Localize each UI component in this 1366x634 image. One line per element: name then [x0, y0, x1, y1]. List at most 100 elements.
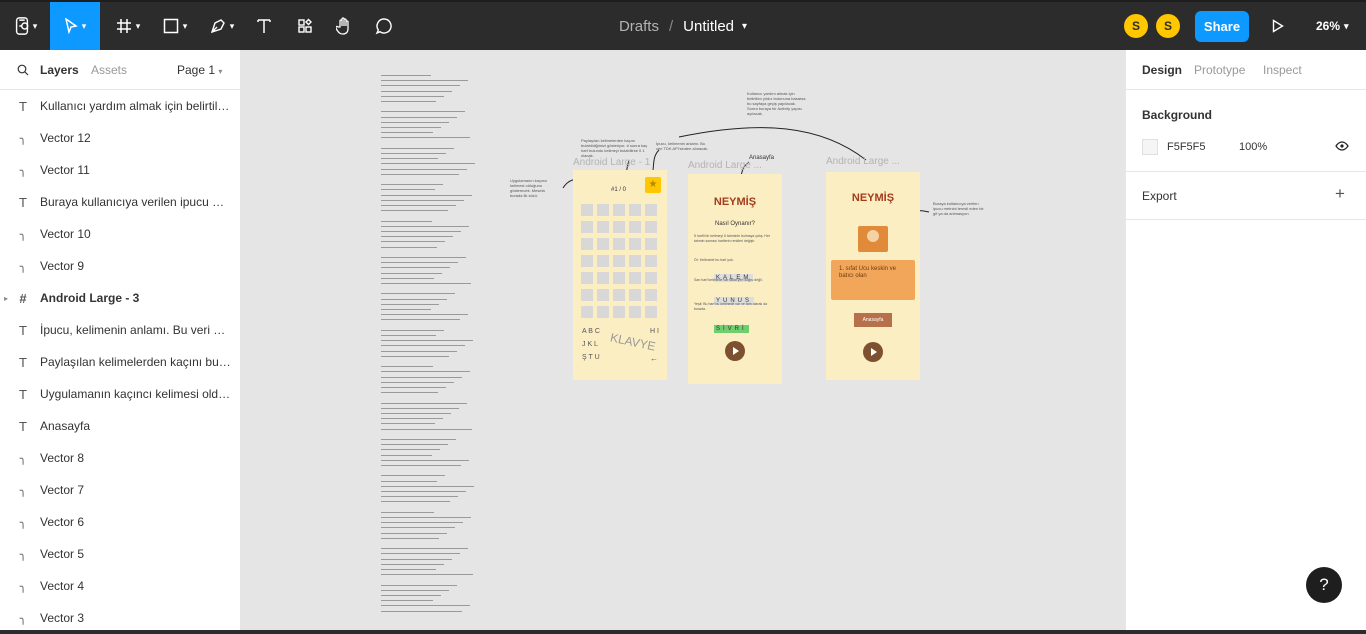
present-button[interactable]: [1266, 2, 1290, 50]
layer-row[interactable]: ╮ Vector 8: [0, 442, 240, 474]
tab-design[interactable]: Design: [1142, 63, 1182, 77]
layer-label: Vector 8: [40, 451, 85, 465]
layer-row[interactable]: T Uygulamanın kaçıncı kelimesi olduğu...: [0, 378, 240, 410]
chevron-down-icon: ▾: [229, 20, 235, 31]
background-hex[interactable]: F5F5F5: [1167, 141, 1206, 153]
share-button[interactable]: Share: [1195, 11, 1249, 42]
background-swatch[interactable]: [1142, 139, 1158, 155]
page-selector[interactable]: Page 1 ▾: [177, 63, 222, 77]
pen-tool-button[interactable]: ▾: [202, 2, 242, 50]
layer-label: Kullanıcı yardım almak için belirtilen..…: [40, 99, 232, 113]
frame-label[interactable]: Android Large - 1: [573, 157, 650, 168]
layer-row[interactable]: ╮ Vector 12: [0, 122, 240, 154]
chevron-down-icon[interactable]: ▾: [742, 21, 747, 32]
letter-cell: [629, 272, 641, 284]
layer-row[interactable]: T Anasayfa: [0, 410, 240, 442]
drafts-link[interactable]: Drafts: [619, 18, 659, 35]
layer-label: Buraya kullanıcıya verilen ipucu metni..…: [40, 195, 232, 209]
frame-tool-button[interactable]: ▾: [108, 2, 148, 50]
tab-layers[interactable]: Layers: [40, 63, 79, 77]
help-button[interactable]: ?: [1306, 567, 1342, 603]
shape-tool-button[interactable]: ▾: [155, 2, 195, 50]
layer-label: Vector 6: [40, 515, 85, 529]
export-label: Export: [1142, 189, 1177, 203]
play-button[interactable]: [725, 341, 745, 361]
avatar[interactable]: S: [1156, 14, 1180, 38]
frame-how-to-play[interactable]: NEYMİŞ Nasıl Oynanır? 5 harfli bir kelim…: [688, 174, 782, 384]
layer-row[interactable]: ╮ Vector 9: [0, 250, 240, 282]
tab-assets[interactable]: Assets: [91, 63, 127, 77]
letter-cell: [645, 255, 657, 267]
tab-prototype[interactable]: Prototype: [1194, 63, 1245, 77]
canvas[interactable]: Paylaşılan kelimelerden kaçını bulabildi…: [241, 50, 1125, 630]
layer-row[interactable]: ╮ Vector 6: [0, 506, 240, 538]
letter-cell: [581, 238, 593, 250]
comment-tool-button[interactable]: [370, 2, 398, 50]
move-tool-button[interactable]: ▾: [50, 2, 100, 50]
keyboard-row-3: Ş T U: [582, 354, 600, 361]
zoom-level: 26%: [1316, 19, 1341, 33]
layer-label: Vector 10: [40, 227, 91, 241]
layer-label: Vector 11: [40, 163, 90, 177]
divider: [1126, 171, 1366, 172]
frame-hint[interactable]: NEYMİŞ 1. sıfat Ucu keskin ve batıcı ola…: [826, 172, 920, 380]
main-menu-button[interactable]: ▾: [6, 2, 46, 50]
vector-layer-icon: ╮: [19, 164, 27, 177]
letter-cell: [613, 238, 625, 250]
layer-label: Vector 4: [40, 579, 85, 593]
letter-cell: [581, 204, 593, 216]
layer-row[interactable]: T İpucu, kelimenin anlamı. Bu veri TDK'..…: [0, 314, 240, 346]
layer-row[interactable]: T Buraya kullanıcıya verilen ipucu metni.…: [0, 186, 240, 218]
anasayfa-button[interactable]: Anasayfa: [854, 313, 892, 327]
frame-android-large-1[interactable]: #1 / 0 ★ A B C J K L Ş T U H I ← KLAVYE: [573, 170, 667, 380]
hint-image: [858, 226, 888, 252]
layer-row[interactable]: ╮ Vector 10: [0, 218, 240, 250]
text-icon: [257, 19, 271, 33]
text-layer-icon: T: [19, 418, 27, 434]
text-tool-button[interactable]: [250, 2, 278, 50]
app-logo: NEYMİŞ: [713, 196, 757, 208]
background-opacity[interactable]: 100%: [1239, 141, 1267, 153]
background-label: Background: [1142, 108, 1213, 122]
play-button[interactable]: [863, 342, 883, 362]
hand-icon: [336, 17, 349, 35]
expand-caret-icon[interactable]: ▸: [4, 294, 8, 303]
letter-cell: [645, 204, 657, 216]
avatar[interactable]: S: [1124, 14, 1148, 38]
frame-label[interactable]: Android Large ...: [688, 160, 762, 171]
layer-row[interactable]: T Paylaşılan kelimelerden kaçını bulabild…: [0, 346, 240, 378]
divider: [1126, 219, 1366, 220]
zoom-menu[interactable]: 26% ▾: [1316, 2, 1349, 50]
letter-cell: [581, 306, 593, 318]
hand-tool-button[interactable]: [330, 2, 358, 50]
layer-row[interactable]: T Kullanıcı yardım almak için belirtilen.…: [0, 90, 240, 122]
star-icon[interactable]: ★: [645, 177, 661, 193]
add-export-icon[interactable]: +: [1335, 184, 1345, 204]
file-name[interactable]: Untitled: [683, 18, 734, 35]
properties-panel: Design Prototype Inspect Background F5F5…: [1125, 50, 1366, 630]
keyboard[interactable]: A B C J K L Ş T U H I ← KLAVYE: [578, 325, 662, 367]
search-icon[interactable]: [17, 64, 29, 76]
letter-cell: [613, 204, 625, 216]
frame-label[interactable]: Android Large ...: [826, 156, 900, 167]
letter-cell: [581, 289, 593, 301]
layer-row[interactable]: ▸ # Android Large - 3: [0, 282, 240, 314]
layer-row[interactable]: ╮ Vector 5: [0, 538, 240, 570]
layer-row[interactable]: ╮ Vector 4: [0, 570, 240, 602]
resources-button[interactable]: [290, 2, 320, 50]
letter-cell: [629, 238, 641, 250]
rule-example-3: Yeşil: Bu harf bu kelimede var ve tam ol…: [694, 302, 768, 311]
tab-inspect[interactable]: Inspect: [1263, 63, 1302, 77]
layer-label: İpucu, kelimenin anlamı. Bu veri TDK'...: [40, 323, 232, 337]
frame-layer-icon: #: [19, 290, 27, 306]
text-layer-icon: T: [19, 386, 27, 402]
vector-layer-icon: ╮: [19, 516, 27, 529]
layer-row[interactable]: ╮ Vector 3: [0, 602, 240, 634]
eye-icon[interactable]: [1335, 141, 1349, 151]
layer-label: Anasayfa: [40, 419, 91, 433]
word-sivri-text: SİVRİ: [714, 325, 749, 333]
layer-row[interactable]: ╮ Vector 7: [0, 474, 240, 506]
connector-arrows: [562, 127, 930, 223]
layer-row[interactable]: ╮ Vector 11: [0, 154, 240, 186]
layer-label: Vector 5: [40, 547, 85, 561]
